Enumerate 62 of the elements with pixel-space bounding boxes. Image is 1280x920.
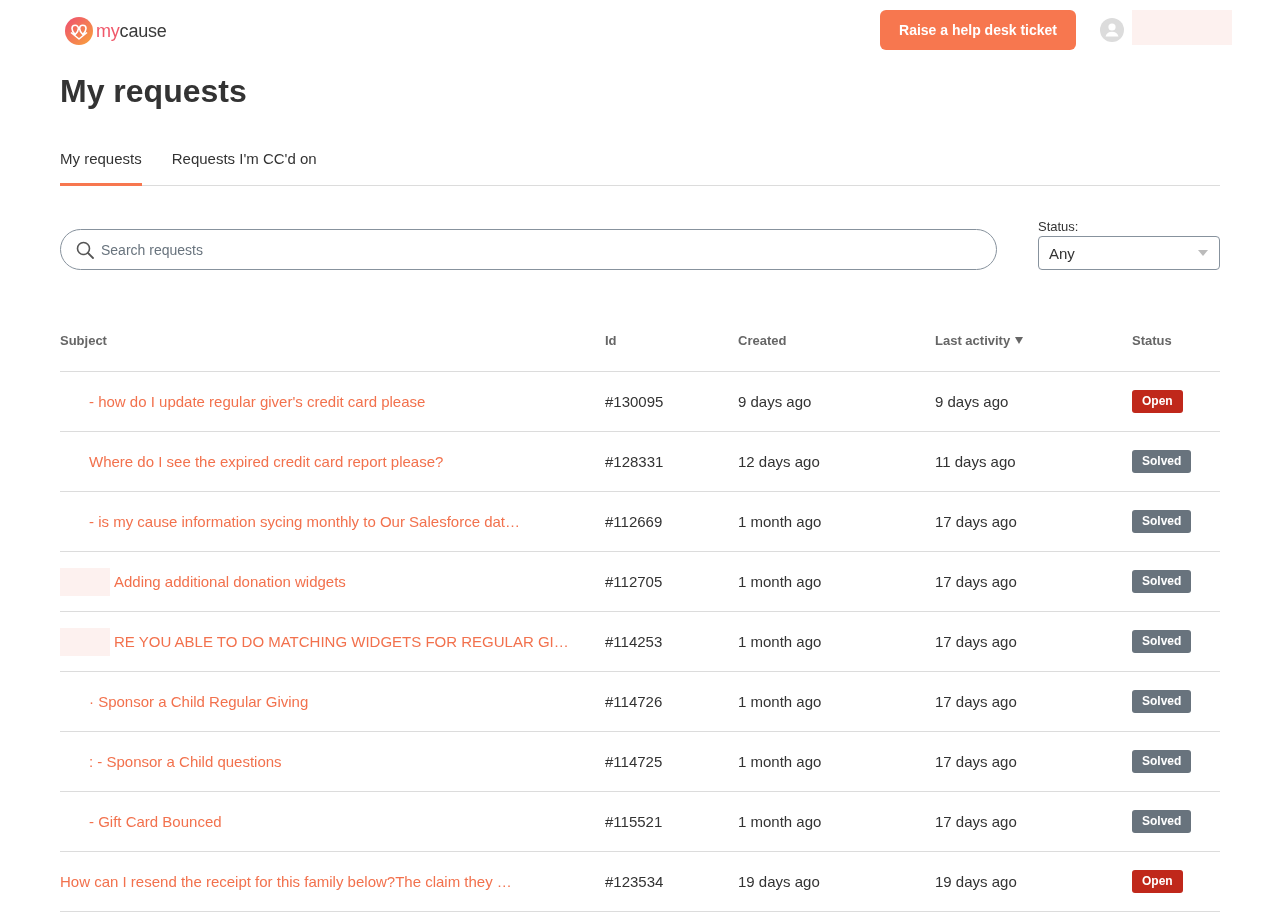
created-date: 1 month ago — [738, 753, 822, 770]
request-id: #123534 — [605, 873, 664, 890]
request-id: #114725 — [605, 753, 663, 770]
created-date: 1 month ago — [738, 573, 822, 590]
subject-link[interactable]: Where do I see the expired credit card report please? — [89, 453, 444, 470]
sort-icon[interactable] — [1015, 336, 1024, 344]
subject-link[interactable]: · Sponsor a Child Regular Giving — [89, 693, 309, 710]
status-badge: Solved — [1132, 810, 1192, 833]
status-badge: Solved — [1132, 690, 1192, 713]
last-activity-date: 17 days ago — [935, 573, 1017, 590]
created-date: 9 days ago — [738, 393, 812, 410]
status-badge: Solved — [1132, 510, 1192, 533]
page-title: My requests — [60, 72, 248, 111]
column-header: Subject — [60, 332, 107, 348]
subject-link[interactable]: RE YOU ABLE TO DO MATCHING WIDGETS FOR REGULAR GI… — [114, 633, 569, 650]
status-badge: Solved — [1132, 450, 1192, 473]
created-date: 19 days ago — [738, 873, 820, 890]
last-activity-date: 17 days ago — [935, 693, 1017, 710]
subject-link[interactable]: - is my cause information sycing monthly to Our Salesforce dat… — [89, 513, 520, 530]
status-badge: Solved — [1132, 750, 1192, 773]
request-id: #128331 — [605, 453, 664, 470]
caret-icon — [1198, 250, 1208, 256]
search-field[interactable]: Search requests — [60, 229, 997, 270]
column-header: Id — [605, 332, 617, 348]
column-header: Status — [1132, 332, 1172, 348]
last-activity-date: 9 days ago — [935, 393, 1009, 410]
status-badge: Solved — [1132, 630, 1192, 653]
last-activity-date: 17 days ago — [935, 813, 1017, 830]
request-id: #114253 — [605, 633, 663, 650]
created-date: 1 month ago — [738, 693, 822, 710]
request-id: #114726 — [605, 693, 663, 710]
column-header: Last activity — [935, 332, 1011, 348]
created-date: 1 month ago — [738, 633, 822, 650]
last-activity-date: 19 days ago — [935, 873, 1017, 890]
subject-link[interactable]: - Gift Card Bounced — [89, 813, 222, 830]
subject-link[interactable]: : - Sponsor a Child questions — [89, 753, 282, 770]
status-badge: Open — [1132, 870, 1183, 893]
created-date: 12 days ago — [738, 453, 820, 470]
last-activity-date: 11 days ago — [935, 453, 1016, 470]
request-id: #115521 — [605, 813, 663, 830]
request-id: #130095 — [605, 393, 664, 410]
subject-link[interactable]: Adding additional donation widgets — [114, 573, 346, 590]
logo-text[interactable]: mycause — [96, 20, 167, 42]
logo-icon — [65, 17, 93, 45]
last-activity-date: 17 days ago — [935, 513, 1017, 530]
status-badge: Open — [1132, 390, 1183, 413]
status-select[interactable]: Any — [1038, 236, 1220, 270]
column-header: Created — [738, 332, 787, 348]
last-activity-date: 17 days ago — [935, 633, 1017, 650]
created-date: 1 month ago — [738, 513, 822, 530]
search-icon — [76, 241, 94, 259]
request-id: #112669 — [605, 513, 663, 530]
subject-link[interactable]: How can I resend the receipt for this family below?The claim they … — [60, 873, 512, 890]
last-activity-date: 17 days ago — [935, 753, 1017, 770]
request-id: #112705 — [605, 573, 663, 590]
tab[interactable]: My requests — [60, 149, 142, 186]
status-label: Status: — [1038, 219, 1080, 234]
raise-ticket-button[interactable]: Raise a help desk ticket — [880, 10, 1076, 50]
tab[interactable]: Requests I'm CC'd on — [171, 149, 317, 186]
subject-link[interactable]: - how do I update regular giver's credit card please — [89, 393, 426, 410]
status-badge: Solved — [1132, 570, 1192, 593]
created-date: 1 month ago — [738, 813, 822, 830]
